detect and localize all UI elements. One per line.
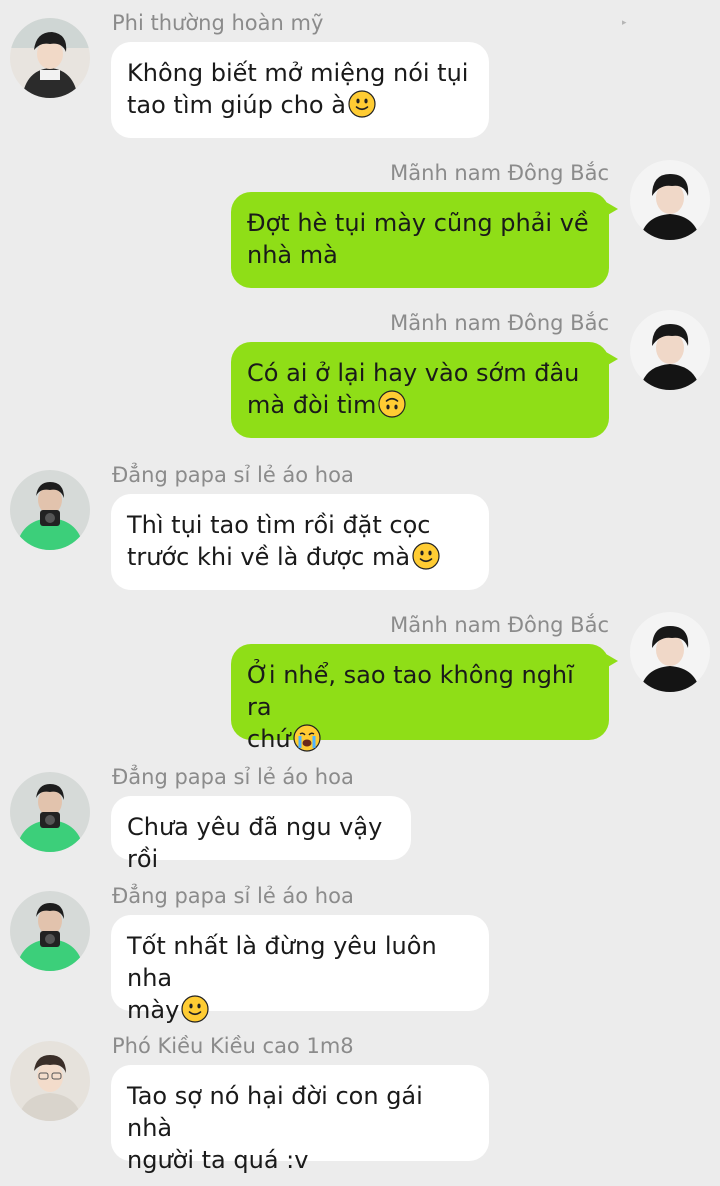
slightly-smiling-face-icon [181, 995, 209, 1023]
avatar[interactable] [630, 310, 710, 390]
message-text-line: tao tìm giúp cho à [127, 91, 346, 119]
avatar[interactable] [10, 772, 90, 852]
message-row-outgoing: Mãnh nam Đông Bắc Đợt hè tụi mày cũng ph… [0, 160, 720, 290]
message-text-line: người ta quá :v [127, 1146, 309, 1174]
upside-down-face-icon [378, 390, 406, 418]
avatar[interactable] [10, 1041, 90, 1121]
chat-thread: ▸ Phi thường hoàn mỹ Không biết mở miệng… [0, 0, 720, 1186]
message-bubble[interactable]: Có ai ở lại hay vào sớm đâu mà đòi tìm [231, 342, 618, 438]
message-text-line: Ởi nhể, sao tao không nghĩ ra [247, 661, 574, 721]
avatar[interactable] [630, 612, 710, 692]
message-bubble[interactable]: Ởi nhể, sao tao không nghĩ ra chứ [231, 644, 618, 753]
avatar[interactable] [10, 18, 90, 98]
message-text-line: mà đòi tìm [247, 391, 377, 419]
message-bubble[interactable]: Thì tụi tao tìm rồi đặt cọc trước khi về… [111, 494, 489, 590]
message-bubble[interactable]: Tao sợ nó hại đời con gái nhà người ta q… [111, 1065, 489, 1174]
message-row-incoming: Đẳng papa sỉ lẻ áo hoa Tốt nhất là đừng … [0, 883, 720, 1024]
message-row-outgoing: Mãnh nam Đông Bắc Có ai ở lại hay vào sớ… [0, 310, 720, 440]
loudly-crying-face-icon [293, 724, 321, 752]
message-row-incoming: Phó Kiều Kiều cao 1m8 Tao sợ nó hại đời … [0, 1033, 720, 1174]
message-text-line: trước khi về là được mà [127, 543, 411, 571]
message-text-line: Đợt hè tụi mày cũng phải về [247, 209, 589, 237]
sender-name: Đẳng papa sỉ lẻ áo hoa [112, 765, 354, 789]
sender-name: Phó Kiều Kiều cao 1m8 [112, 1034, 354, 1058]
avatar[interactable] [10, 891, 90, 971]
message-text-line: Không biết mở miệng nói tụi [127, 59, 469, 87]
sender-name: Mãnh nam Đông Bắc [390, 161, 609, 185]
message-row-incoming: Phi thường hoàn mỹ Không biết mở miệng n… [0, 10, 720, 140]
message-text-line: Tao sợ nó hại đời con gái nhà [127, 1082, 423, 1142]
message-row-outgoing: Mãnh nam Đông Bắc Ởi nhể, sao tao không … [0, 612, 720, 753]
message-bubble[interactable]: Đợt hè tụi mày cũng phải về nhà mà [231, 192, 618, 288]
message-text-line: Chưa yêu đã ngu vậy rồi [127, 813, 383, 873]
slightly-smiling-face-icon [412, 542, 440, 570]
message-bubble[interactable]: Chưa yêu đã ngu vậy rồi [111, 796, 411, 873]
message-row-incoming: Đẳng papa sỉ lẻ áo hoa Chưa yêu đã ngu v… [0, 764, 720, 873]
message-text-line: nhà mà [247, 241, 338, 269]
sender-name: Đẳng papa sỉ lẻ áo hoa [112, 884, 354, 908]
sender-name: Mãnh nam Đông Bắc [390, 613, 609, 637]
message-text-line: Thì tụi tao tìm rồi đặt cọc [127, 511, 431, 539]
message-text-line: Có ai ở lại hay vào sớm đâu [247, 359, 580, 387]
message-text-line: mày [127, 996, 180, 1024]
sender-name: Mãnh nam Đông Bắc [390, 311, 609, 335]
sender-name: Đẳng papa sỉ lẻ áo hoa [112, 463, 354, 487]
avatar[interactable] [630, 160, 710, 240]
slightly-smiling-face-icon [348, 90, 376, 118]
message-row-incoming: Đẳng papa sỉ lẻ áo hoa Thì tụi tao tìm r… [0, 462, 720, 592]
avatar[interactable] [10, 470, 90, 550]
message-bubble[interactable]: Không biết mở miệng nói tụi tao tìm giúp… [111, 42, 489, 138]
message-bubble[interactable]: Tốt nhất là đừng yêu luôn nha mày [111, 915, 489, 1024]
message-text-line: Tốt nhất là đừng yêu luôn nha [127, 932, 437, 992]
message-text-line: chứ [247, 725, 291, 753]
sender-name: Phi thường hoàn mỹ [112, 11, 324, 35]
